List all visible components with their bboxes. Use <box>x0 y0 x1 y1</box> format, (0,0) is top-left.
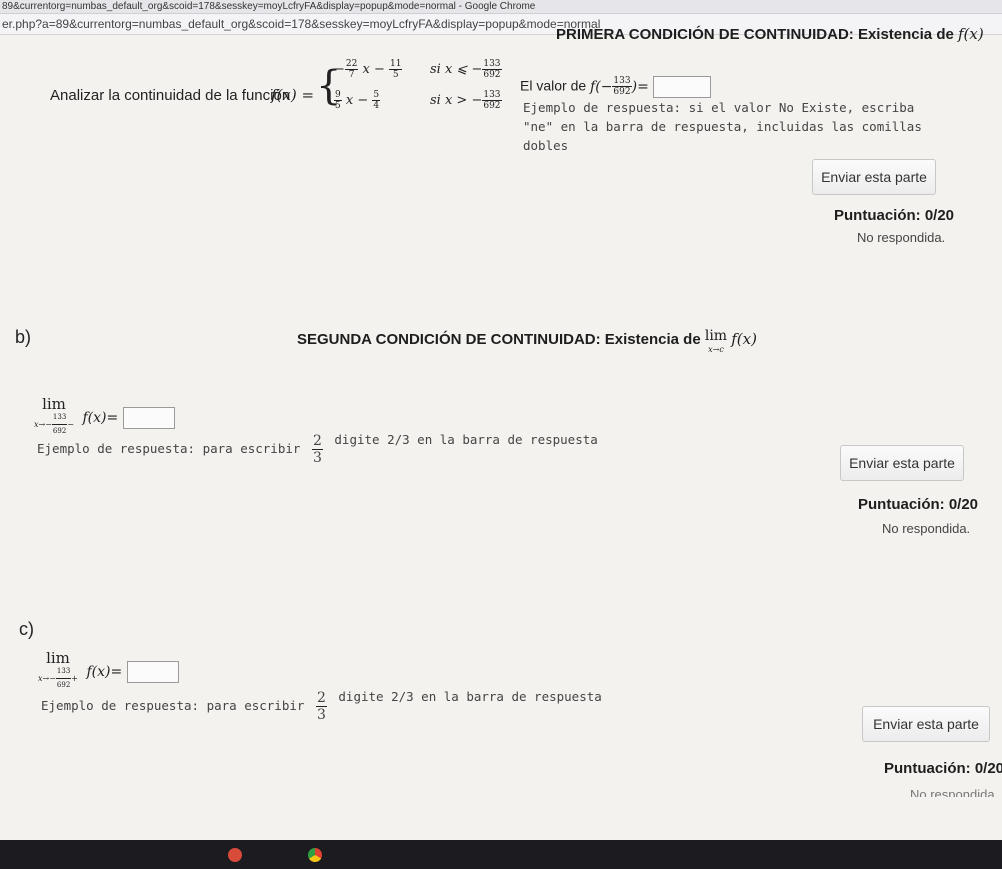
part-b-letter: b) <box>15 327 32 347</box>
part-a-value-den: 692 <box>613 87 631 98</box>
part-a-value-num: 133 <box>612 76 632 88</box>
part-b-status: No respondida. <box>882 521 971 536</box>
piece-1-cond-den: 692 <box>483 70 501 80</box>
piece-2-expression: 95 x − 54 <box>334 90 381 111</box>
part-a-score: Puntuación: 0/20 <box>834 207 955 224</box>
part-c-lim-side: + <box>71 673 78 683</box>
part-a-heading: PRIMERA CONDICIÓN DE CONTINUIDAD: Existe… <box>556 25 984 43</box>
part-b-hint-num: 2 <box>311 433 323 450</box>
part-b-heading-lim-word: lim <box>704 328 728 344</box>
part-b-heading-text: SEGUNDA CONDICIÓN DE CONTINUIDAD: Existe… <box>297 331 701 348</box>
part-c-hint-num: 2 <box>315 690 327 707</box>
part-b-limit-row: lim x→− 133 692− f(x)= <box>34 397 175 438</box>
part-a-submit-button[interactable]: Enviar esta parte <box>812 159 936 195</box>
part-a-func-lhs: f(x) = <box>271 86 315 104</box>
piece-1-expression: −22 7 x − 11 5 <box>334 59 403 80</box>
piece-1-coef-den: 7 <box>348 70 355 80</box>
part-c-submit-button[interactable]: Enviar esta parte <box>862 706 990 742</box>
piece-2-coef-num: 9 <box>334 90 342 101</box>
piece-1-cond-text: si x ⩽ − <box>430 62 483 77</box>
part-a-value-expr-post: )= <box>631 78 649 95</box>
part-c-answer-input[interactable] <box>126 661 179 683</box>
part-c-func: f(x)= <box>86 664 123 681</box>
piece-2-cond-den: 692 <box>483 101 501 111</box>
piece-1-sign: − <box>334 62 345 77</box>
part-a-answer-input[interactable] <box>652 76 711 98</box>
part-b-score: Puntuación: 0/20 <box>858 496 979 513</box>
part-a-hint-line-3: dobles <box>523 138 569 153</box>
app-icon-red[interactable] <box>228 848 242 862</box>
part-a-heading-text: PRIMERA CONDICIÓN DE CONTINUIDAD: Existe… <box>556 26 954 43</box>
piece-1-var: x − <box>362 62 385 77</box>
part-c-hint-den: 3 <box>316 707 326 723</box>
piece-2-const-den: 4 <box>373 101 380 111</box>
part-b-submit-button[interactable]: Enviar esta parte <box>840 445 964 481</box>
piece-1-const-num: 11 <box>389 59 403 70</box>
piece-2-cond-text: si x > − <box>430 93 483 108</box>
part-a-hint: Ejemplo de respuesta: si el valor No Exi… <box>523 98 922 155</box>
part-a-analyze-text: Analizar la continuidad de la función <box>50 87 291 104</box>
piece-1-cond-num: 133 <box>482 59 502 70</box>
piece-2-const-num: 5 <box>372 90 381 101</box>
part-b-hint-pre: Ejemplo de respuesta: para escribir <box>37 441 301 456</box>
part-a-hint-line-2: "ne" en la barra de respuesta, incluidas… <box>523 119 922 134</box>
part-c-limit-operator: lim x→− 133 692 + <box>38 651 78 692</box>
part-c-status: No respondida <box>910 787 995 797</box>
part-c-letter: c) <box>19 619 34 639</box>
quiz-page: PRIMERA CONDICIÓN DE CONTINUIDAD: Existe… <box>0 25 1002 840</box>
part-b-heading: SEGUNDA CONDICIÓN DE CONTINUIDAD: Existe… <box>297 328 757 356</box>
part-b-heading-func: f(x) <box>731 330 757 348</box>
part-c-lim-num: 133 <box>55 665 72 679</box>
piece-1-const-den: 5 <box>392 70 399 80</box>
part-b-func: f(x)= <box>82 410 119 427</box>
part-b-lim-num: 133 <box>51 411 68 425</box>
window-title-bar: 89&currentorg=numbas_default_org&scoid=1… <box>0 0 1002 14</box>
part-a-value-row: El valor de f(− 133 692)= <box>520 76 711 98</box>
part-b-lim-sub: x→− <box>34 419 52 429</box>
part-c-score: Puntuación: 0/20 <box>884 760 1002 777</box>
part-b-limit-operator: lim x→− 133 692− <box>34 397 74 438</box>
piece-1-coef-num: 22 <box>344 59 359 70</box>
piece-2-coef-den: 5 <box>335 101 341 111</box>
part-b-heading-lim-sub: x→c <box>708 345 724 354</box>
part-b-hint-den: 3 <box>312 450 322 466</box>
piece-2-condition: si x > −133 692 <box>430 90 502 111</box>
part-c-hint-pre: Ejemplo de respuesta: para escribir <box>41 698 305 713</box>
piece-1-condition: si x ⩽ −133 692 <box>430 59 502 80</box>
piece-2-var: x − <box>345 93 369 108</box>
part-b-lim-side: − <box>67 419 74 429</box>
part-a-value-label: El valor de <box>520 77 587 94</box>
part-a-status: No respondida. <box>857 230 946 245</box>
part-a-heading-math: f(x) <box>958 25 984 43</box>
part-b-hint-post: digite 2/3 en la barra de respuesta <box>334 432 598 447</box>
taskbar <box>0 840 1002 869</box>
part-a-value-expr-pre: f(− <box>590 78 613 95</box>
piece-2-cond-num: 133 <box>482 90 502 101</box>
part-c-hint-post: digite 2/3 en la barra de respuesta <box>338 689 602 704</box>
part-b-answer-input[interactable] <box>122 407 175 429</box>
part-a-hint-line-1: Ejemplo de respuesta: si el valor No Exi… <box>523 100 915 115</box>
part-c-limit-row: lim x→− 133 692 + f(x)= <box>38 651 179 692</box>
window-title: 89&currentorg=numbas_default_org&scoid=1… <box>2 1 536 12</box>
part-b-heading-lim: lim x→c <box>704 328 728 356</box>
chrome-icon[interactable] <box>308 848 322 862</box>
part-c-hint: Ejemplo de respuesta: para escribir 23 d… <box>41 689 602 723</box>
address-url: er.php?a=89&currentorg=numbas_default_or… <box>2 17 601 31</box>
part-c-lim-sub: x→− <box>38 673 56 683</box>
part-b-hint: Ejemplo de respuesta: para escribir 23 d… <box>37 432 598 466</box>
